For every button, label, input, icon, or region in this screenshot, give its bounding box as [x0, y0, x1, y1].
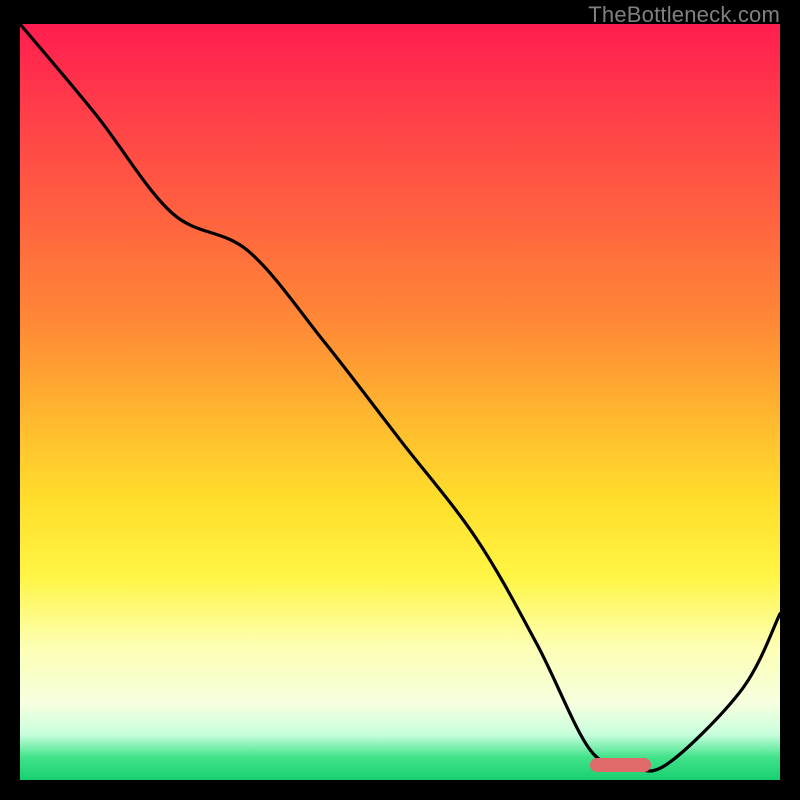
plot-area — [20, 24, 780, 780]
chart-container: TheBottleneck.com — [0, 0, 800, 800]
optimal-marker — [590, 758, 651, 772]
bottleneck-curve — [20, 24, 780, 780]
